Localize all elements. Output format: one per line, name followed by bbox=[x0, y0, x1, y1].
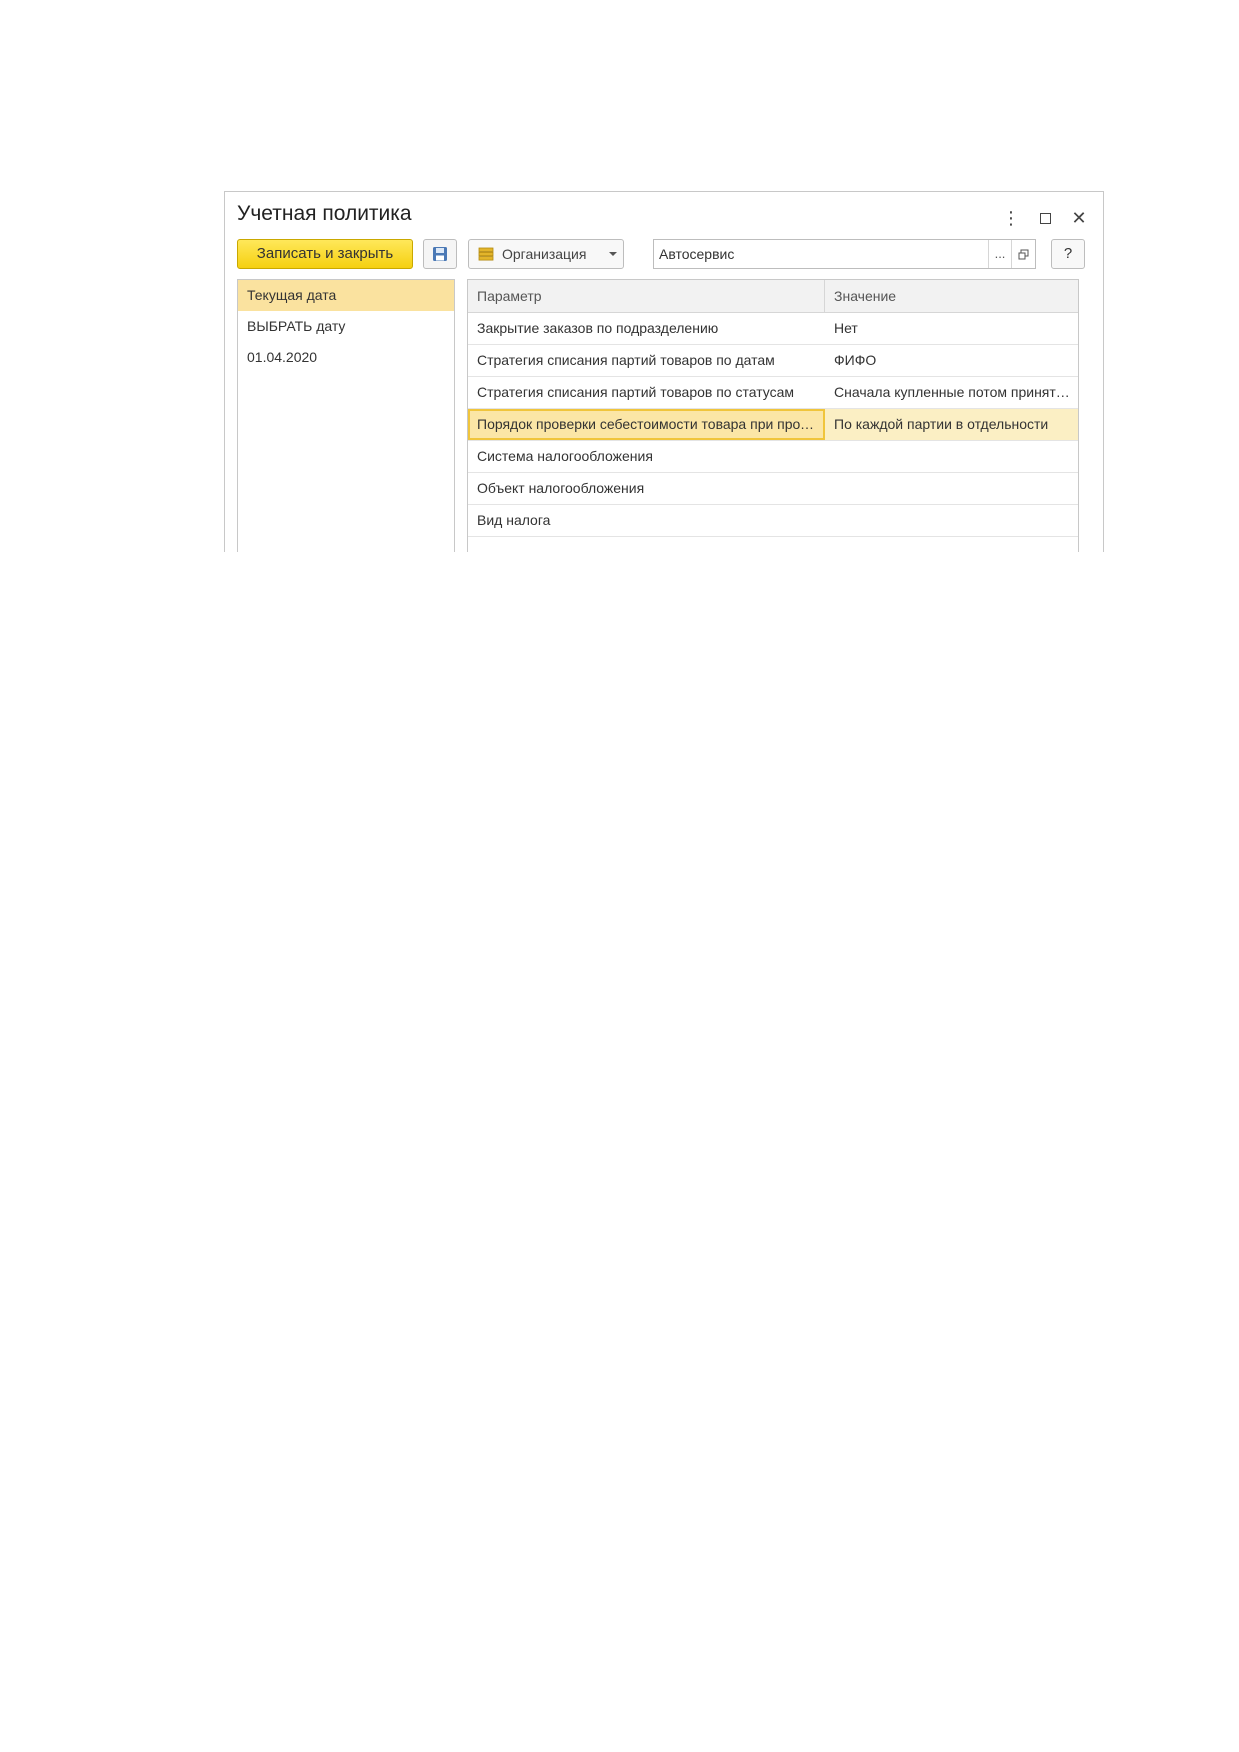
column-header-value[interactable]: Значение bbox=[825, 280, 1078, 312]
window-title: Учетная политика bbox=[237, 202, 412, 225]
stack-icon bbox=[478, 247, 494, 261]
parameter-cell: Стратегия списания партий товаров по ста… bbox=[477, 384, 795, 400]
help-button[interactable]: ? bbox=[1051, 239, 1085, 269]
save-and-close-button[interactable]: Записать и закрыть bbox=[237, 239, 413, 269]
value-cell bbox=[825, 505, 1078, 536]
date-list-item[interactable]: 01.04.2020 bbox=[238, 342, 454, 373]
select-button[interactable]: ... bbox=[988, 240, 1011, 268]
organization-value: Автосервис bbox=[659, 246, 735, 262]
date-list: Текущая дата ВЫБРАТЬ дату 01.04.2020 bbox=[237, 279, 455, 552]
value-cell: Нет bbox=[834, 320, 858, 336]
table-row-selected[interactable]: Порядок проверки себестоимости товара пр… bbox=[468, 409, 1078, 441]
chevron-down-icon bbox=[609, 252, 617, 256]
close-icon[interactable]: ✕ bbox=[1067, 206, 1091, 230]
parameter-cell: Система налогообложения bbox=[477, 448, 653, 464]
parameter-cell: Объект налогообложения bbox=[477, 480, 645, 496]
parameter-cell: Стратегия списания партий товаров по дат… bbox=[477, 352, 775, 368]
maximize-icon[interactable] bbox=[1033, 206, 1057, 230]
value-cell: ФИФО bbox=[834, 352, 877, 368]
organization-field[interactable]: Автосервис ... bbox=[653, 239, 1036, 269]
table-row[interactable]: Вид налога bbox=[468, 505, 1078, 537]
parameter-cell: Вид налога bbox=[477, 512, 551, 528]
accounting-policy-window: Учетная политика ⋮ ✕ Записать и закрыть … bbox=[224, 191, 1104, 552]
date-list-item[interactable]: Текущая дата bbox=[238, 280, 454, 311]
value-cell: По каждой партии в отдельности bbox=[834, 416, 1049, 432]
window-controls: ⋮ ✕ bbox=[999, 206, 1091, 230]
save-button[interactable] bbox=[423, 239, 457, 269]
table-row[interactable]: Стратегия списания партий товаров по дат… bbox=[468, 345, 1078, 377]
value-cell bbox=[825, 441, 1078, 472]
table-row[interactable]: Закрытие заказов по подразделению Нет bbox=[468, 313, 1078, 345]
table-header: Параметр Значение bbox=[468, 280, 1078, 313]
table-row[interactable]: Система налогообложения bbox=[468, 441, 1078, 473]
parameter-cell: Порядок проверки себестоимости товара пр… bbox=[468, 409, 825, 440]
value-cell: Сначала купленные потом принятые на коми… bbox=[834, 384, 1078, 400]
value-cell bbox=[825, 473, 1078, 504]
table-row[interactable]: Стратегия списания партий товаров по ста… bbox=[468, 377, 1078, 409]
organization-button[interactable]: Организация bbox=[468, 239, 624, 269]
more-menu-icon[interactable]: ⋮ bbox=[999, 206, 1023, 230]
table-row[interactable]: Объект налогообложения bbox=[468, 473, 1078, 505]
toolbar: Записать и закрыть Организация Автосерви… bbox=[237, 239, 1085, 269]
open-icon[interactable] bbox=[1011, 240, 1035, 268]
floppy-disk-icon bbox=[433, 247, 447, 261]
column-header-parameter[interactable]: Параметр bbox=[468, 280, 825, 312]
date-list-item[interactable]: ВЫБРАТЬ дату bbox=[238, 311, 454, 342]
parameters-table: Параметр Значение Закрытие заказов по по… bbox=[467, 279, 1079, 552]
organization-button-label: Организация bbox=[502, 246, 587, 262]
parameter-cell: Закрытие заказов по подразделению bbox=[477, 320, 719, 336]
